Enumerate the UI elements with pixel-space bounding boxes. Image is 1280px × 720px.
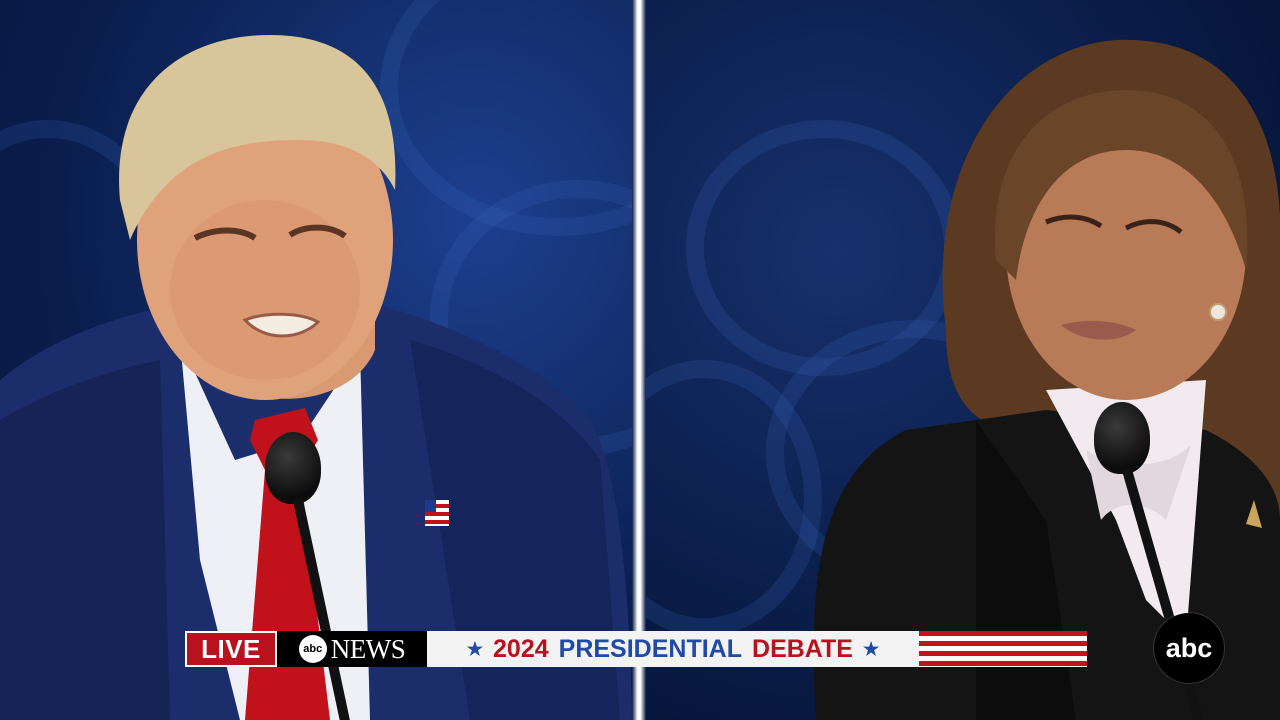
- right-speaker-figure: [813, 39, 1280, 720]
- flag-stripes: [919, 631, 1087, 667]
- right-microphone-icon: [1094, 402, 1150, 474]
- news-wordmark: NEWS: [330, 633, 406, 664]
- debate-word-debate: DEBATE: [752, 634, 853, 663]
- debate-ticker: LIVE abc NEWS ★ 2024 PRESIDENTIAL DEBATE…: [185, 631, 1087, 667]
- right-speaker-panel: [646, 0, 1280, 720]
- left-microphone-icon: [265, 432, 321, 504]
- abc-news-logo: abc NEWS: [277, 631, 427, 667]
- star-icon: ★: [466, 638, 484, 659]
- abc-mini-logo: abc: [298, 635, 327, 663]
- debate-title: ★ 2024 PRESIDENTIAL DEBATE ★: [427, 631, 919, 667]
- left-speaker-panel: [0, 0, 632, 720]
- split-screen-divider: [632, 0, 646, 720]
- abc-corner-logo: abc: [1154, 613, 1224, 683]
- star-icon: ★: [862, 638, 880, 659]
- live-badge: LIVE: [185, 631, 277, 667]
- debate-word-presidential: PRESIDENTIAL: [558, 634, 743, 663]
- debate-year: 2024: [493, 634, 549, 663]
